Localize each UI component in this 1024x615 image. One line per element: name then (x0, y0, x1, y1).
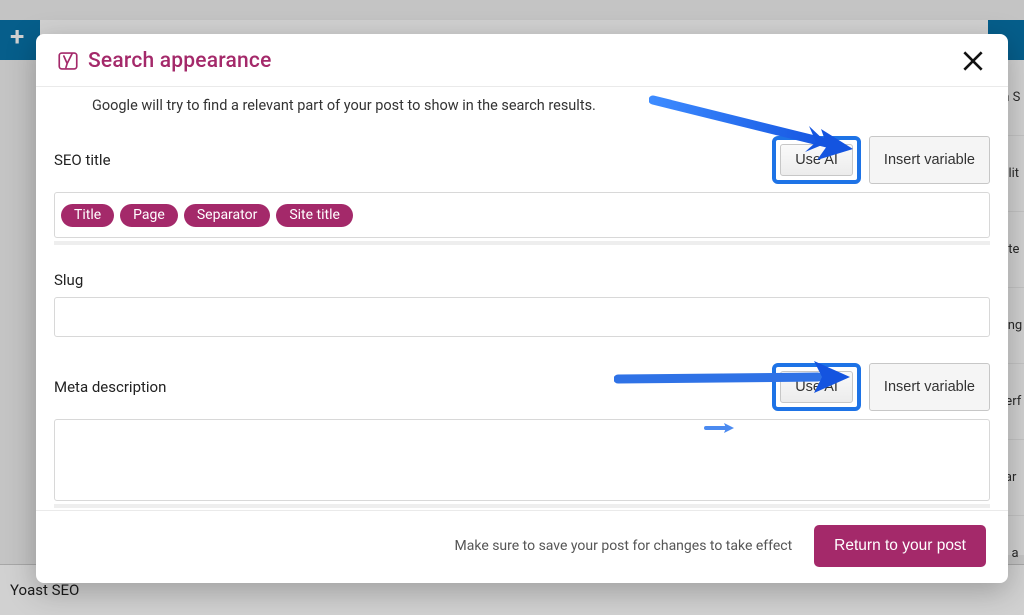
variable-chip-site-title[interactable]: Site title (276, 204, 353, 227)
modal-title: Search appearance (88, 49, 272, 73)
modal-header: Search appearance (36, 34, 1008, 87)
meta-description-buttons: Use AI Insert variable (772, 363, 990, 411)
seo-title-buttons: Use AI Insert variable (772, 136, 990, 184)
meta-description-progress (54, 504, 990, 508)
yoast-logo-icon (58, 51, 78, 71)
slug-label: Slug (54, 271, 83, 289)
modal-title-group: Search appearance (58, 49, 272, 73)
variable-chip-separator[interactable]: Separator (184, 204, 270, 227)
meta-description-use-ai-button[interactable]: Use AI (780, 371, 853, 403)
seo-title-progress (54, 241, 990, 245)
meta-description-insert-variable-button[interactable]: Insert variable (869, 363, 990, 411)
seo-title-label: SEO title (54, 151, 111, 169)
modal-footer: Make sure to save your post for changes … (36, 510, 1008, 583)
search-appearance-modal: Search appearance Google will try to fin… (36, 34, 1008, 583)
variable-chip-page[interactable]: Page (120, 204, 178, 227)
seo-title-ai-highlight: Use AI (772, 136, 861, 184)
footer-note: Make sure to save your post for changes … (455, 538, 793, 554)
variable-chip-title[interactable]: Title (61, 204, 114, 227)
meta-description-block: Meta description Use AI Insert variable (54, 363, 990, 508)
meta-description-ai-highlight: Use AI (772, 363, 861, 411)
seo-title-input[interactable]: Title Page Separator Site title (54, 192, 990, 238)
meta-description-input[interactable] (54, 419, 990, 501)
modal-body: Google will try to find a relevant part … (36, 87, 1008, 510)
slug-input[interactable] (54, 297, 990, 337)
close-icon[interactable] (960, 48, 986, 74)
seo-title-block: SEO title Use AI Insert variable Title P… (54, 136, 990, 245)
seo-title-insert-variable-button[interactable]: Insert variable (869, 136, 990, 184)
seo-title-use-ai-button[interactable]: Use AI (780, 144, 853, 176)
intro-text: Google will try to find a relevant part … (92, 97, 990, 114)
meta-description-label: Meta description (54, 378, 166, 396)
slug-block: Slug (54, 271, 990, 337)
return-to-post-button[interactable]: Return to your post (814, 525, 986, 567)
